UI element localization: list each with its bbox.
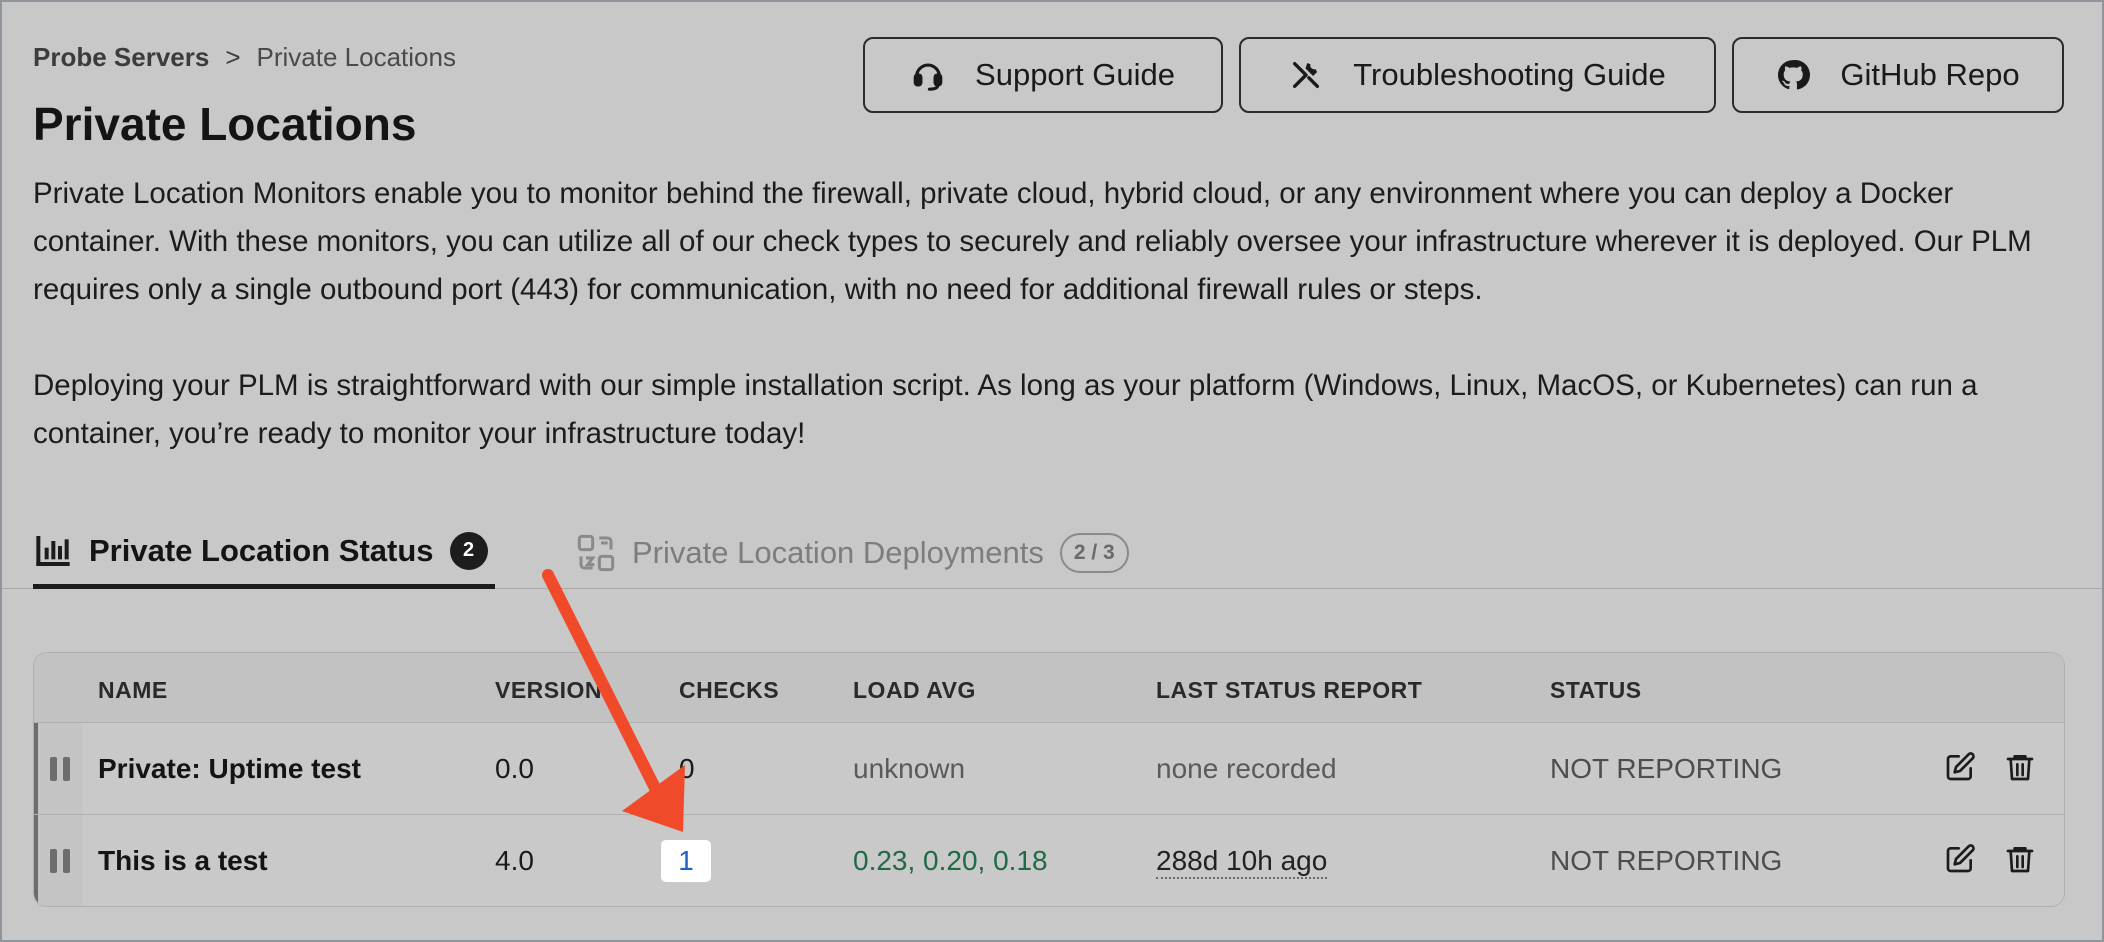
row-load-avg: unknown [853, 753, 966, 784]
bar-chart-icon [36, 535, 70, 566]
tab-private-location-deployments[interactable]: Private Location Deployments 2 / 3 [576, 517, 1129, 589]
github-icon [1778, 59, 1811, 90]
header-checks: CHECKS [679, 677, 780, 703]
deployments-count-badge: 2 / 3 [1059, 533, 1129, 573]
row-version: 4.0 [495, 845, 534, 876]
table-row: Private: Uptime test 0.0 0 unknown none … [34, 723, 2064, 815]
description: Private Location Monitors enable you to … [33, 170, 2073, 458]
breadcrumb: Probe Servers > Private Locations [33, 42, 456, 73]
header-name: NAME [98, 677, 168, 703]
trash-icon[interactable] [2004, 843, 2036, 875]
row-actions [1944, 843, 2036, 875]
troubleshooting-guide-button[interactable]: Troubleshooting Guide [1239, 37, 1716, 113]
drag-handle-icon[interactable] [34, 723, 82, 814]
header-load-avg: LOAD AVG [853, 677, 976, 703]
drag-handle-icon[interactable] [34, 815, 82, 906]
row-load-avg: 0.23, 0.20, 0.18 [853, 845, 1048, 876]
tab-status-label: Private Location Status [89, 532, 434, 568]
tab-private-location-status[interactable]: Private Location Status 2 [33, 517, 495, 589]
row-status: NOT REPORTING [1550, 753, 1783, 784]
breadcrumb-current: Private Locations [256, 42, 456, 72]
tab-deployments-label: Private Location Deployments [632, 535, 1044, 570]
header-last-status-report: LAST STATUS REPORT [1156, 677, 1423, 703]
row-last-status-report[interactable]: 288d 10h ago [1156, 845, 1328, 879]
row-last-status-report: none recorded [1156, 753, 1337, 784]
row-actions [1944, 751, 2036, 783]
troubleshooting-guide-label: Troubleshooting Guide [1353, 57, 1666, 92]
row-checks: 0 [679, 753, 695, 784]
row-name: Private: Uptime test [98, 753, 361, 784]
row-status: NOT REPORTING [1550, 845, 1783, 876]
tools-icon [1293, 61, 1320, 89]
page-title: Private Locations [33, 98, 417, 150]
github-repo-button[interactable]: GitHub Repo [1732, 37, 2064, 113]
breadcrumb-separator: > [225, 42, 241, 72]
header-buttons: Support Guide Troubleshooting Guide GitH… [863, 37, 2064, 113]
edit-icon[interactable] [1944, 843, 1976, 875]
description-paragraph-1: Private Location Monitors enable you to … [33, 177, 2032, 306]
edit-icon[interactable] [1944, 751, 1976, 783]
description-paragraph-2: Deploying your PLM is straightforward wi… [33, 369, 1978, 450]
deployment-icon [577, 534, 615, 572]
breadcrumb-probe-servers[interactable]: Probe Servers [33, 42, 209, 73]
status-count-badge: 2 [449, 531, 488, 570]
trash-icon[interactable] [2004, 751, 2036, 783]
headset-icon [913, 63, 943, 91]
table-row: This is a test 4.0 1 0.23, 0.20, 0.18 28… [34, 815, 2064, 906]
row-name: This is a test [98, 845, 268, 876]
support-guide-label: Support Guide [975, 57, 1175, 92]
row-checks-link[interactable]: 1 [661, 840, 711, 882]
github-repo-label: GitHub Repo [1840, 57, 2020, 92]
support-guide-button[interactable]: Support Guide [863, 37, 1223, 113]
table-header: NAME VERSION CHECKS LOAD AVG LAST STATUS… [34, 653, 2064, 723]
header-version: VERSION [495, 677, 603, 703]
row-version: 0.0 [495, 753, 534, 784]
header-status: STATUS [1550, 677, 1642, 703]
private-locations-table: NAME VERSION CHECKS LOAD AVG LAST STATUS… [33, 652, 2065, 907]
tab-bar: Private Location Status 2 Private Locati… [2, 517, 2102, 589]
